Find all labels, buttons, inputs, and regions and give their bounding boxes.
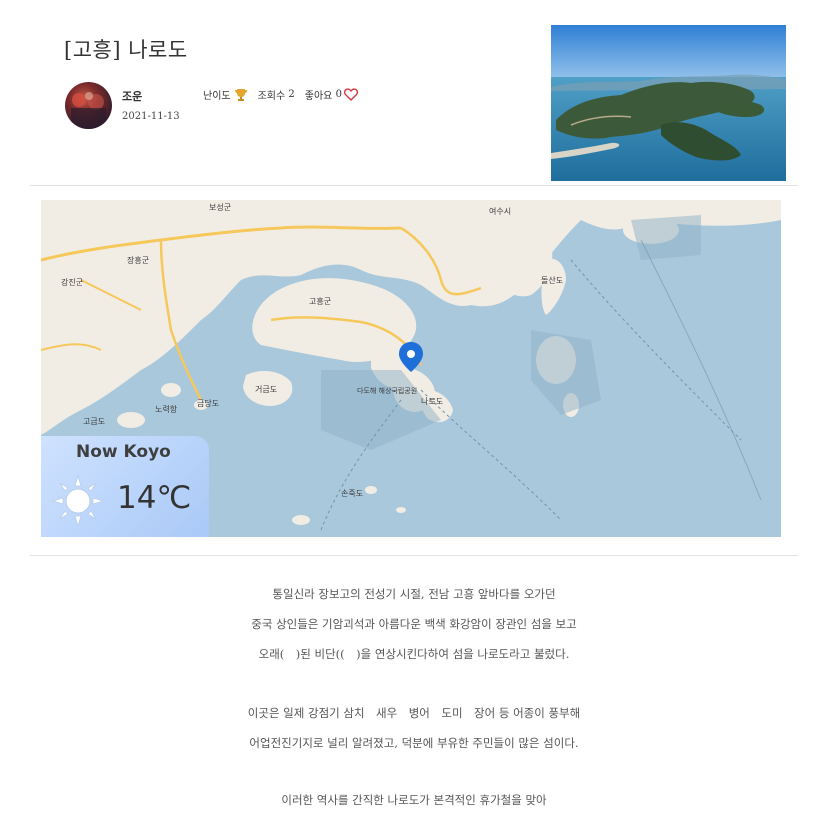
heart-icon[interactable]: [343, 88, 359, 101]
author-name[interactable]: 조운: [122, 88, 142, 104]
map-label-gangjin: 강진군: [61, 278, 84, 287]
article-line: 오래( )된 비단(( )을 연상시킨다하여 섬을 나로도라고 불렀다.: [258, 647, 570, 661]
views-count: 2: [288, 89, 295, 100]
map-label-noryeokhang: 노력항: [155, 405, 178, 414]
map-label-dolsando: 돌산도: [541, 276, 564, 285]
post-title: [고흥] 나로도: [64, 38, 188, 62]
likes-label: 좋아요: [304, 91, 333, 102]
post-date: 2021-11-13: [122, 111, 180, 122]
article-line: 통일신라 장보고의 전성기 시절, 전남 고흥 앞바다를 오가던: [272, 587, 556, 601]
likes-count: 0: [335, 89, 342, 100]
map-label-goheung: 고흥군: [309, 297, 332, 306]
map-divider: [30, 555, 798, 556]
article-line: 이곳은 일제 강점기 삼치 새우 병어 도미 장어 등 어종이 풍부해: [247, 706, 581, 720]
sun-icon: [51, 474, 105, 528]
map-label-narodo: 나로도: [421, 397, 444, 406]
map-label-dadohae: 다도해 해상국립공원: [357, 387, 418, 395]
views-label: 조회수: [257, 91, 286, 102]
article-line: 중국 상인들은 기암괴석과 아름다운 백색 화강암이 장관인 섬을 보고: [251, 617, 577, 631]
map-label-boseong: 보성군: [209, 203, 232, 212]
hero-aerial-image: [551, 25, 786, 181]
post-meta: 난이도 조회수 2 좋아요 0: [203, 87, 359, 102]
weather-widget: Now Koyo 14℃: [41, 436, 209, 537]
map-label-geumdangdo: 금당도: [197, 399, 220, 408]
difficulty-label: 난이도: [203, 91, 231, 102]
header-divider: [30, 185, 798, 186]
map-label-geogeumdo: 거금도: [255, 385, 278, 394]
article-line: 이러한 역사를 간직한 나로도가 본격적인 휴가철을 맞아: [281, 793, 547, 807]
map-label-jangheung: 장흥군: [127, 256, 150, 265]
weather-temperature: 14℃: [117, 480, 192, 516]
weather-title: Now Koyo: [76, 442, 171, 462]
author-avatar[interactable]: [65, 82, 112, 129]
map-label-sonjukdo: 손죽도: [341, 489, 364, 498]
map-label-gogeumdo: 고금도: [83, 417, 106, 426]
article-line: 어업전진기지로 널리 알려졌고, 덕분에 부유한 주민들이 많은 섬이다.: [249, 736, 579, 750]
trophy-icon: [234, 88, 248, 102]
map-label-yeosu: 여수시: [489, 207, 512, 216]
